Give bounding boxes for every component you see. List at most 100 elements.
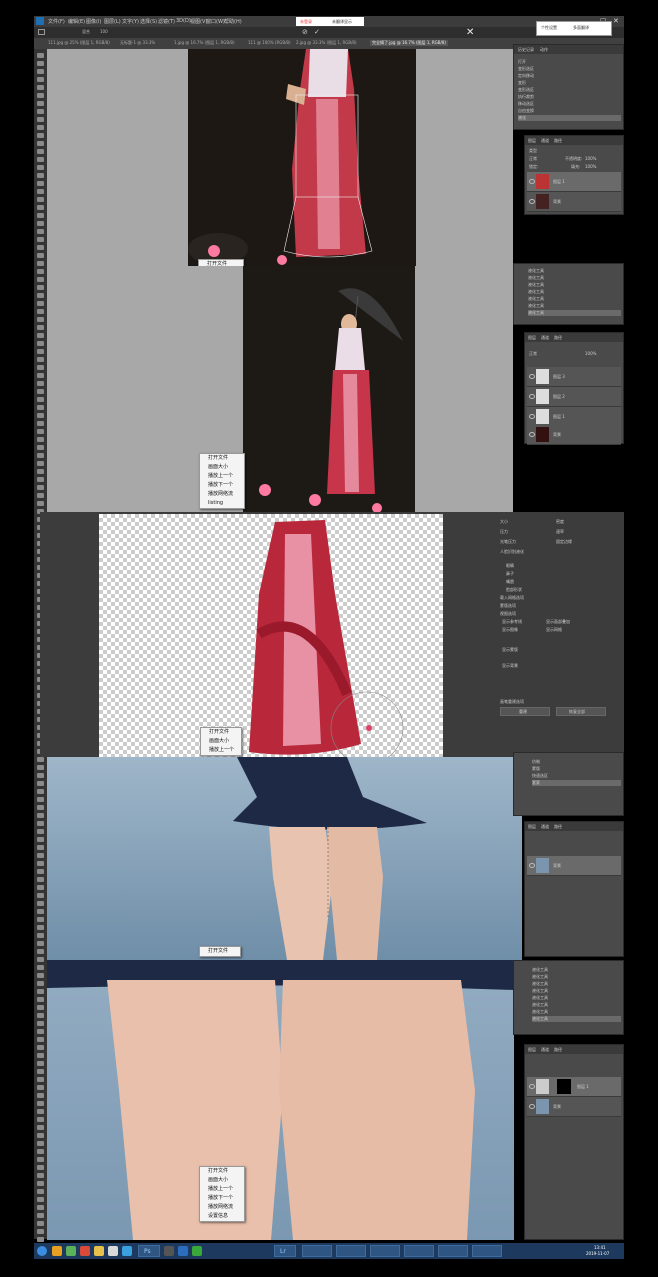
paths-tab[interactable]: 路径 xyxy=(554,138,562,144)
tool-icon[interactable] xyxy=(37,1237,44,1242)
tool-icon[interactable] xyxy=(37,957,44,962)
doc-tab[interactable]: 111.jpg @ 25% (图层 1, RGB/8) xyxy=(48,40,110,46)
menu-image-size[interactable]: 画面大小 xyxy=(201,737,241,746)
layer-row[interactable]: 图层 1 xyxy=(527,1077,621,1097)
taskbar-app-icon[interactable] xyxy=(80,1246,90,1256)
tool-icon[interactable] xyxy=(37,1213,44,1218)
show-guides-checkbox[interactable]: 显示参考线 xyxy=(502,619,522,625)
layer-row[interactable]: 图层 3 xyxy=(527,367,621,387)
history-item[interactable]: 液化工具 xyxy=(528,303,544,309)
tool-icon[interactable] xyxy=(37,93,44,98)
tool-icon[interactable] xyxy=(37,253,44,258)
tool-icon[interactable] xyxy=(37,485,44,490)
tool-icon[interactable] xyxy=(37,285,44,290)
tool-icon[interactable] xyxy=(37,85,44,90)
history-item-selected[interactable]: 套索 xyxy=(532,780,621,786)
channels-tab[interactable]: 通道 xyxy=(541,335,549,341)
menu-view[interactable]: 视图(V) xyxy=(190,18,207,25)
menu-play-previous[interactable]: 播放上一个 xyxy=(201,746,241,755)
menu-window[interactable]: 窗口(W) xyxy=(206,18,225,25)
taskbar-lightroom-button[interactable]: Lr xyxy=(274,1245,296,1257)
tool-icon[interactable] xyxy=(37,261,44,266)
show-mask-checkbox[interactable]: 显示蒙版 xyxy=(502,647,518,653)
tool-icon[interactable] xyxy=(37,885,44,890)
visibility-eye-icon[interactable] xyxy=(529,863,535,868)
layers-tab[interactable]: 图层 xyxy=(528,335,536,341)
taskbar-photoshop-button[interactable]: Ps xyxy=(138,1245,160,1257)
tool-icon[interactable] xyxy=(37,989,44,994)
tool-icon[interactable] xyxy=(37,429,44,434)
tool-icon[interactable] xyxy=(37,1149,44,1154)
tool-icon[interactable] xyxy=(37,109,44,114)
tool-icon[interactable] xyxy=(37,1045,44,1050)
taskbar-window-button[interactable] xyxy=(370,1245,400,1257)
show-image-checkbox[interactable]: 显示图像 xyxy=(502,627,518,633)
history-item[interactable]: 液化工具 xyxy=(532,974,548,980)
tool-icon[interactable] xyxy=(37,117,44,122)
tool-icon[interactable] xyxy=(37,941,44,946)
menu-layer[interactable]: 图层(L) xyxy=(104,18,121,25)
menu-play-stream[interactable]: 播放网络流 xyxy=(200,490,244,499)
tool-icon[interactable] xyxy=(37,1141,44,1146)
blend-value[interactable]: 100 xyxy=(100,29,108,34)
mouth-item[interactable]: 嘴唇 xyxy=(506,579,514,585)
visibility-eye-icon[interactable] xyxy=(529,1104,535,1109)
tool-icon[interactable] xyxy=(37,981,44,986)
menu-select[interactable]: 选择(S) xyxy=(140,18,157,25)
clock-time[interactable]: 13:41 xyxy=(594,1245,606,1250)
tool-icon[interactable] xyxy=(37,853,44,858)
tool-icon[interactable] xyxy=(37,189,44,194)
tool-icon[interactable] xyxy=(37,421,44,426)
tool-icon[interactable] xyxy=(37,1125,44,1130)
tool-icon[interactable] xyxy=(37,901,44,906)
history-item[interactable]: 液化工具 xyxy=(532,995,548,1001)
blend-mode-select[interactable]: 正常 xyxy=(529,351,537,357)
menu-3d[interactable]: 3D(D) xyxy=(176,18,191,24)
tool-icon[interactable] xyxy=(37,1165,44,1170)
tool-icon[interactable] xyxy=(37,949,44,954)
tool-icon[interactable] xyxy=(37,909,44,914)
tool-icon[interactable] xyxy=(37,237,44,242)
taskbar-app-icon[interactable] xyxy=(94,1246,104,1256)
taskbar-app-icon[interactable] xyxy=(164,1246,174,1256)
tool-icon[interactable] xyxy=(37,221,44,226)
taskbar-app-icon[interactable] xyxy=(192,1246,202,1256)
history-item[interactable]: 液化工具 xyxy=(532,981,548,987)
show-face-overlay-checkbox[interactable]: 显示面部叠加 xyxy=(546,619,570,625)
menu-play-previous[interactable]: 播放上一个 xyxy=(200,472,244,481)
menu-image-size[interactable]: 画面大小 xyxy=(200,1176,244,1185)
tool-icon[interactable] xyxy=(37,1021,44,1026)
layers-tab[interactable]: 图层 xyxy=(528,1047,536,1053)
history-item[interactable]: 液化工具 xyxy=(528,289,544,295)
tool-icon[interactable] xyxy=(37,269,44,274)
history-item[interactable]: 液化工具 xyxy=(528,268,544,274)
menu-play-next[interactable]: 播放下一个 xyxy=(200,1194,244,1203)
tool-icon[interactable] xyxy=(37,789,44,794)
close-button[interactable]: ✕ xyxy=(613,17,619,25)
face-aware-section[interactable]: 人脸识别液化 xyxy=(500,549,524,555)
tool-icon[interactable] xyxy=(37,1077,44,1082)
commit-transform-icon[interactable]: ✓ xyxy=(314,28,320,36)
close-x-icon[interactable]: ✕ xyxy=(466,27,474,38)
menu-help[interactable]: 帮助(H) xyxy=(224,18,242,25)
tool-icon[interactable] xyxy=(37,821,44,826)
tool-icon[interactable] xyxy=(37,917,44,922)
tool-icon[interactable] xyxy=(37,133,44,138)
tool-icon[interactable] xyxy=(37,53,44,58)
history-item[interactable]: 快速选区 xyxy=(532,773,548,779)
tool-icon[interactable] xyxy=(37,277,44,282)
tool-icon[interactable] xyxy=(37,69,44,74)
menu-open-file[interactable]: 打开文件 xyxy=(200,454,244,463)
doc-tab[interactable]: 1.jpg @ 16.7% (图层 1, RGB/8) xyxy=(174,40,235,46)
taskbar-window-button[interactable] xyxy=(336,1245,366,1257)
tool-icon[interactable] xyxy=(37,1005,44,1010)
clock-date[interactable]: 2019-11-07 xyxy=(586,1251,609,1256)
menu-open-file[interactable]: 打开文件 xyxy=(200,947,240,956)
tool-icon[interactable] xyxy=(37,389,44,394)
tool-icon[interactable] xyxy=(37,213,44,218)
load-mesh-section[interactable]: 载入网格选项 xyxy=(500,595,524,601)
tool-icon[interactable] xyxy=(37,1085,44,1090)
history-item[interactable]: 蒙版 xyxy=(532,766,540,772)
tool-icon[interactable] xyxy=(37,445,44,450)
tool-icon[interactable] xyxy=(37,813,44,818)
